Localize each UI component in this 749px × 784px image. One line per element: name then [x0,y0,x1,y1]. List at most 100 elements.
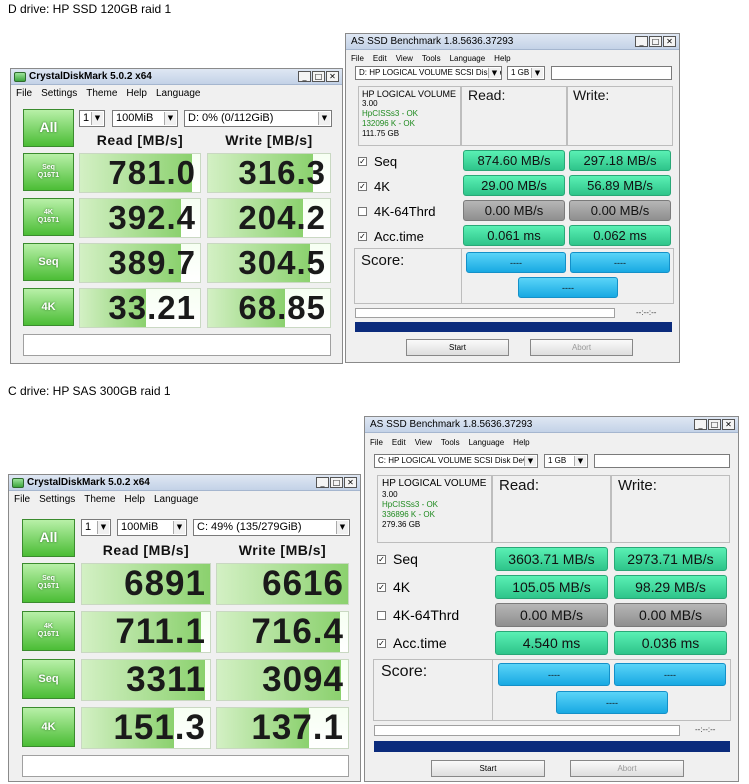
maximize-icon[interactable]: □ [649,36,662,47]
menu-edit[interactable]: Edit [373,50,387,67]
seq-q16t1-button[interactable]: Seq Q16T1 [22,563,75,603]
abort-button[interactable]: Abort [570,760,684,777]
seq-read-result: 874.60 MB/s [463,150,565,171]
start-button[interactable]: Start [406,339,509,356]
checkbox[interactable]: ✓ [358,156,367,166]
minimize-icon[interactable]: _ [316,477,329,488]
4k64-row-label: 4K-64Thrd [358,200,435,222]
menu-language[interactable]: Language [154,491,199,508]
d-drive-caption: D drive: HP SSD 120GB raid 1 [8,2,172,16]
checkbox[interactable] [377,610,386,620]
asssd-window-c: AS SSD Benchmark 1.8.5636.37293 _ □ ✕ Fi… [364,416,739,782]
minimize-icon[interactable]: _ [298,71,311,82]
checkbox[interactable] [358,206,367,216]
all-button[interactable]: All [23,109,74,147]
menu-language[interactable]: Language [469,434,505,451]
4k-button[interactable]: 4K [23,288,74,326]
drive-select[interactable]: C: HP LOGICAL VOLUME SCSI Disk Dev ▼ [374,454,538,468]
menu-help[interactable]: Help [494,50,510,67]
start-button[interactable]: Start [431,760,545,777]
count-select[interactable]: 1 ▼ [79,110,105,127]
menu-file[interactable]: File [14,491,30,508]
4k-row-label: ✓ 4K [358,178,390,194]
menu-language[interactable]: Language [450,50,486,67]
size-select[interactable]: 100MiB ▼ [112,110,178,127]
menu-settings[interactable]: Settings [39,491,75,508]
comment-field[interactable] [23,334,331,356]
menu-file[interactable]: File [16,85,32,102]
menu-tools[interactable]: Tools [441,434,460,451]
close-icon[interactable]: ✕ [722,419,735,430]
drive-select[interactable]: D: 0% (0/112GiB) ▼ [184,110,332,127]
menu-language[interactable]: Language [156,85,201,102]
asssd-titlebar: AS SSD Benchmark 1.8.5636.37293 _ □ ✕ [365,417,738,433]
minimize-icon[interactable]: _ [635,36,648,47]
4k-q16t1-button[interactable]: 4K Q16T1 [23,198,74,236]
count-select[interactable]: 1 ▼ [81,519,111,536]
maximize-icon[interactable]: □ [312,71,325,82]
cdm-menubar: File Settings Theme Help Language [9,491,360,508]
comment-field[interactable] [594,454,730,468]
menu-file[interactable]: File [351,50,364,67]
checkbox[interactable]: ✓ [358,181,367,191]
acctime-row-label: ✓ Acc.time [358,228,424,244]
checkbox[interactable]: ✓ [358,231,367,241]
status-bar [374,741,730,752]
cdm-window-d: CrystalDiskMark 5.0.2 x64 _ □ ✕ File Set… [10,68,343,364]
menu-file[interactable]: File [370,434,383,451]
menu-help[interactable]: Help [124,491,145,508]
seq-row-label: ✓ Seq [377,551,418,567]
menu-help[interactable]: Help [126,85,147,102]
4k-button[interactable]: 4K [22,707,75,747]
4k64-write-result: 0.00 MB/s [614,603,727,627]
read-value: 33.21 [79,288,201,328]
drive-select[interactable]: D: HP LOGICAL VOLUME SCSI Disk Dev ▼ [355,66,502,80]
status-bar [355,322,672,332]
read-value: 6891 [81,563,211,605]
close-icon[interactable]: ✕ [326,71,339,82]
menu-settings[interactable]: Settings [41,85,77,102]
close-icon[interactable]: ✕ [344,477,357,488]
4k-q16t1-button[interactable]: 4K Q16T1 [22,611,75,651]
abort-button[interactable]: Abort [530,339,633,356]
chevron-down-icon: ▼ [318,112,330,125]
write-label: Write: [618,477,657,494]
maximize-icon[interactable]: □ [330,477,343,488]
menu-edit[interactable]: Edit [392,434,406,451]
menu-help[interactable]: Help [513,434,529,451]
read-value: 151.3 [81,707,211,749]
maximize-icon[interactable]: □ [708,419,721,430]
menu-view[interactable]: View [396,50,413,67]
menu-theme[interactable]: Theme [84,491,115,508]
all-button[interactable]: All [22,519,75,557]
4k-row-label: ✓ 4K [377,579,411,595]
score-read: ---- [498,663,610,686]
write-value: 316.3 [207,153,331,193]
cdm-title: CrystalDiskMark 5.0.2 x64 [27,477,150,488]
seq-read-result: 3603.71 MB/s [495,547,608,571]
score-divider [461,248,462,304]
cdm-titlebar: CrystalDiskMark 5.0.2 x64 _ □ ✕ [11,69,342,85]
timer: --:--:-- [636,308,657,317]
cdm-menubar: File Settings Theme Help Language [11,85,342,102]
comment-field[interactable] [551,66,672,80]
menu-view[interactable]: View [415,434,432,451]
minimize-icon[interactable]: _ [694,419,707,430]
menu-theme[interactable]: Theme [86,85,117,102]
seq-q16t1-button[interactable]: Seq Q16T1 [23,153,74,191]
chevron-down-icon: ▼ [531,68,543,78]
checkbox[interactable]: ✓ [377,554,386,564]
size-select[interactable]: 100MiB ▼ [117,519,187,536]
checkbox[interactable]: ✓ [377,582,386,592]
comment-field[interactable] [22,755,349,777]
menu-tools[interactable]: Tools [422,50,441,67]
size-select[interactable]: 1 GB ▼ [544,454,588,468]
seq-button[interactable]: Seq [22,659,75,699]
checkbox[interactable]: ✓ [377,638,386,648]
drive-select[interactable]: C: 49% (135/279GiB) ▼ [193,519,350,536]
read-value: 781.0 [79,153,201,193]
size-select[interactable]: 1 GB ▼ [507,66,545,80]
seq-button[interactable]: Seq [23,243,74,281]
close-icon[interactable]: ✕ [663,36,676,47]
write-header: Write [MB/s] [238,542,327,558]
